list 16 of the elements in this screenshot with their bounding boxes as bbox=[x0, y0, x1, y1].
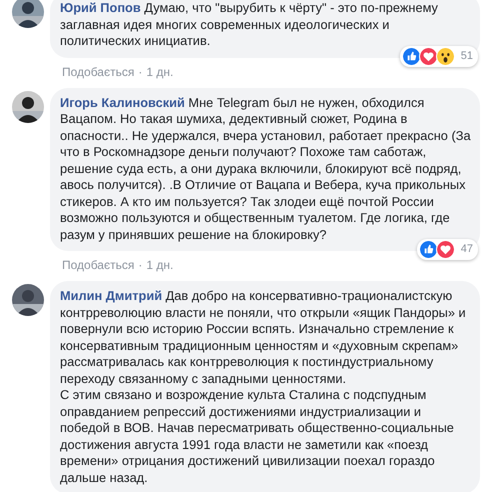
comment-time: 1 дн. bbox=[146, 257, 174, 273]
separator: · bbox=[138, 257, 142, 273]
comment-text: Милин Дмитрий Дав добро на консервативно-трационалистскую контрреволюцию власти не поняли, что открыли «ящик Пандоры» и повернули всю историю России вспять. Изначально стремление к консервативным традиционным ценностям и «духовным скрепам» рассматривалась как контрреволюция к постиндустриальному переходу связанному с западными ценностями. С этим связано и возрождение культа Сталина с подспудным оправданием репрессий достижениями индустриализации и победой в ВОВ. Начав пересматривать общественно-социальные достижения августа 1991 года власти не заметили как «поезд времени» отрицания достижений цивилизации поехал гораздо дальше назад. bbox=[60, 288, 467, 486]
heart-icon bbox=[436, 240, 455, 259]
surprised-face-icon bbox=[436, 46, 455, 66]
separator: · bbox=[138, 64, 142, 80]
like-link[interactable]: Подобається bbox=[62, 257, 134, 273]
reaction-summary[interactable]: 47 bbox=[416, 239, 478, 260]
reaction-count: 51 bbox=[460, 48, 473, 64]
thumbs-up-icon bbox=[402, 46, 421, 66]
like-link[interactable]: Подобається bbox=[62, 64, 134, 80]
reaction-summary[interactable]: 51 bbox=[400, 46, 478, 66]
thumbs-up-icon bbox=[418, 240, 438, 259]
heart-icon bbox=[418, 46, 438, 66]
reaction-count: 47 bbox=[460, 242, 473, 258]
comment-time: 1 дн. bbox=[146, 64, 174, 80]
